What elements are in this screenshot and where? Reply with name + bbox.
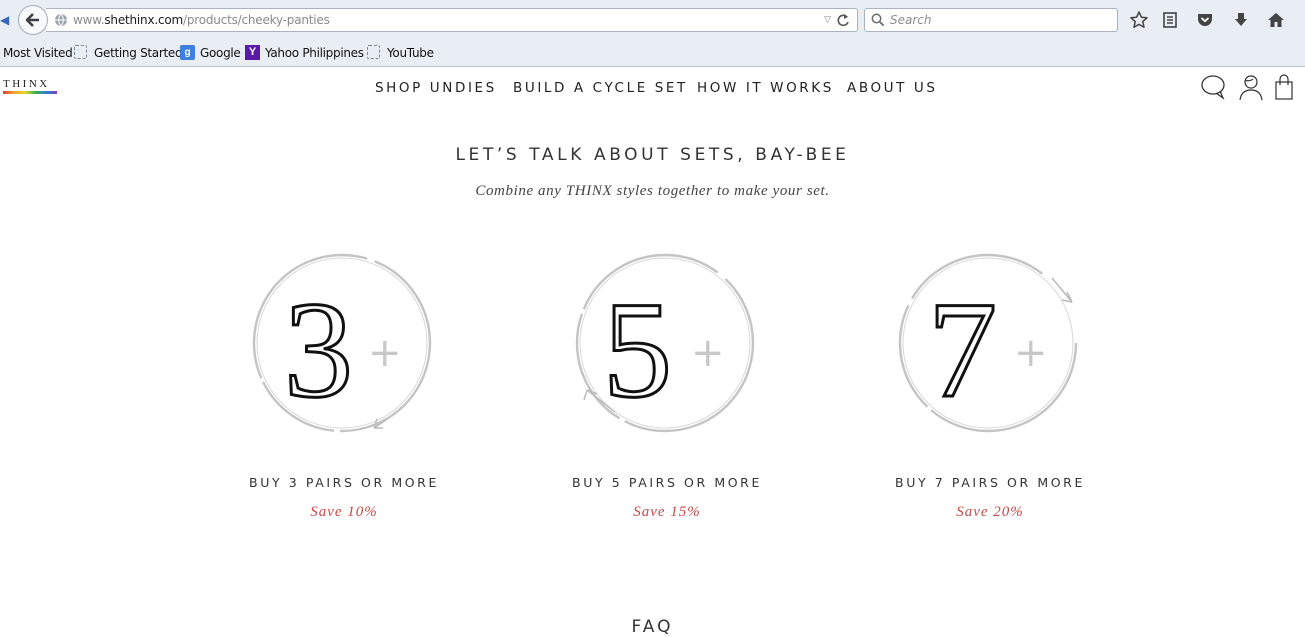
url-path: /products/cheeky-panties	[183, 13, 330, 27]
sets-subhead: Combine any THINX styles together to mak…	[475, 183, 830, 199]
logo-text: THINX	[3, 78, 50, 90]
bookmark-getting-started[interactable]: Getting Started	[94, 46, 183, 60]
faq-heading: FAQ	[631, 617, 674, 637]
pocket-icon[interactable]	[1195, 10, 1215, 30]
reading-list-icon[interactable]	[1160, 10, 1180, 30]
search-icon	[871, 13, 885, 27]
set-label-7: BUY 7 PAIRS OR MORE	[895, 475, 1085, 490]
shopping-bag-icon[interactable]	[1274, 73, 1294, 101]
search-box[interactable]: Search	[864, 8, 1118, 32]
set-plus-3: +	[368, 330, 402, 376]
nav-about-us[interactable]: ABOUT US	[847, 80, 938, 96]
url-history-dropdown-icon[interactable]: ▽	[824, 14, 831, 25]
bookmark-youtube[interactable]: YouTube	[387, 46, 434, 60]
download-icon[interactable]	[1231, 10, 1251, 30]
site-header: THINX SHOP UNDIES BUILD A CYCLE SET HOW …	[0, 67, 1305, 109]
url-prefix: www.	[73, 13, 105, 27]
sets-headline: LET’S TALK ABOUT SETS, BAY-BEE	[455, 145, 850, 165]
bookmark-star-icon[interactable]	[1129, 10, 1149, 30]
reload-icon[interactable]	[835, 12, 851, 28]
page-icon	[367, 45, 380, 59]
browser-toolbar: ◀ www.shethinx.com/products/cheeky-panti…	[0, 0, 1305, 40]
nav-shop-undies[interactable]: SHOP UNDIES	[375, 80, 497, 96]
google-icon: g	[180, 45, 195, 60]
yahoo-icon: Y	[245, 45, 260, 60]
url-bar[interactable]: www.shethinx.com/products/cheeky-panties…	[46, 8, 858, 32]
set-number-5: 5	[603, 273, 672, 426]
tab-overflow-icon[interactable]: ◀	[0, 13, 9, 27]
back-button[interactable]	[18, 5, 48, 35]
bookmark-yahoo-philippines[interactable]: Yahoo Philippines	[265, 46, 364, 60]
url-text[interactable]: www.shethinx.com/products/cheeky-panties	[73, 13, 330, 27]
set-save-3: Save 10%	[310, 504, 378, 520]
account-icon[interactable]	[1238, 73, 1264, 101]
logo-rainbow-bar	[3, 91, 57, 94]
page-icon	[74, 45, 87, 59]
globe-icon	[55, 13, 67, 27]
bookmark-most-visited[interactable]: Most Visited	[3, 46, 73, 60]
set-number-3: 3	[284, 273, 353, 426]
set-circle-7: 7 +	[898, 253, 1078, 433]
set-plus-5: +	[691, 330, 725, 376]
bookmark-google[interactable]: Google	[200, 46, 241, 60]
url-domain: shethinx.com	[104, 13, 183, 27]
set-label-3: BUY 3 PAIRS OR MORE	[249, 475, 439, 490]
set-circle-5: 5 +	[575, 253, 755, 433]
chat-icon[interactable]	[1200, 73, 1228, 101]
set-save-5: Save 15%	[633, 504, 701, 520]
set-plus-7: +	[1014, 330, 1048, 376]
back-arrow-icon	[25, 13, 39, 27]
search-placeholder: Search	[890, 13, 932, 27]
set-label-5: BUY 5 PAIRS OR MORE	[572, 475, 762, 490]
nav-build-a-cycle-set[interactable]: BUILD A CYCLE SET	[513, 80, 688, 96]
home-icon[interactable]	[1266, 10, 1286, 30]
thinx-logo[interactable]: THINX	[3, 78, 59, 94]
set-circle-3: 3 +	[252, 253, 432, 433]
nav-how-it-works[interactable]: HOW IT WORKS	[697, 80, 834, 96]
set-save-7: Save 20%	[956, 504, 1024, 520]
set-number-7: 7	[928, 273, 997, 426]
bookmarks-toolbar: Most Visited Getting Started g Google Y …	[0, 40, 1305, 67]
